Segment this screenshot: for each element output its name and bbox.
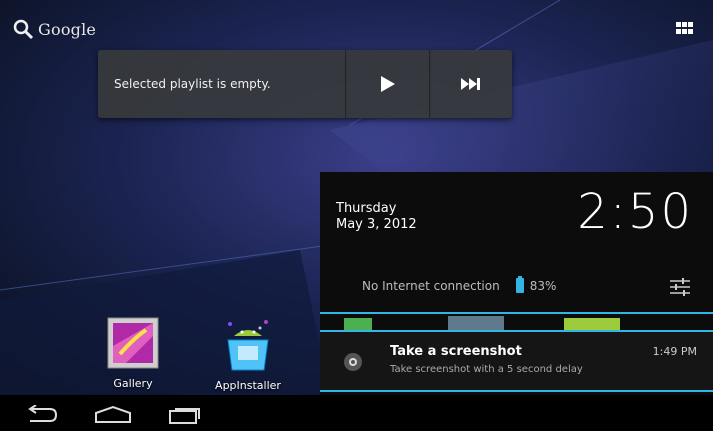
app-gallery[interactable]: Gallery <box>101 316 165 390</box>
search-icon <box>13 19 34 40</box>
recent-apps-icon <box>169 408 200 424</box>
clock: 2:50 <box>577 184 693 240</box>
app-appinstaller[interactable]: AppInstaller <box>213 316 283 392</box>
gallery-icon <box>107 317 159 369</box>
music-message: Selected playlist is empty. <box>114 77 271 91</box>
play-button[interactable] <box>347 50 429 118</box>
home-button[interactable] <box>88 401 138 427</box>
day-label: Thursday <box>336 201 397 216</box>
next-button[interactable] <box>430 50 512 118</box>
divider <box>320 390 713 392</box>
battery-icon <box>515 276 524 293</box>
notification-time: 1:49 PM <box>652 345 697 358</box>
notification-subtitle: Take screenshot with a 5 second delay <box>390 364 583 375</box>
date-label: May 3, 2012 <box>336 217 417 232</box>
navigation-bar <box>0 395 713 431</box>
back-button[interactable] <box>16 401 66 427</box>
recent-apps-button[interactable] <box>160 401 210 427</box>
camera-icon <box>344 353 362 371</box>
status-row: No Internet connection 83% <box>362 276 557 293</box>
battery-level: 83% <box>529 278 557 293</box>
app-thumbnails-strip <box>344 316 620 330</box>
notification-item[interactable]: Take a screenshot Take screenshot with a… <box>320 332 713 390</box>
app-label: Gallery <box>113 377 153 390</box>
android-appinstaller-icon <box>227 320 269 371</box>
skip-next-icon <box>461 78 480 90</box>
connection-status: No Internet connection <box>362 278 500 293</box>
home-icon <box>95 405 131 423</box>
date-block: Thursday May 3, 2012 <box>336 201 417 233</box>
settings-sliders-icon <box>670 278 690 296</box>
back-icon <box>28 405 58 422</box>
search-label: Google <box>38 19 97 39</box>
music-widget: Selected playlist is empty. <box>98 50 512 118</box>
notification-shade: Thursday May 3, 2012 2:50 No Internet co… <box>320 172 713 395</box>
quick-settings-button[interactable] <box>669 278 691 300</box>
play-icon <box>381 76 395 92</box>
notification-title: Take a screenshot <box>390 344 522 359</box>
google-search-bar[interactable]: Google <box>12 18 96 40</box>
all-apps-icon[interactable] <box>676 22 694 36</box>
notification-icon-wrap <box>333 342 373 382</box>
app-label: AppInstaller <box>215 379 281 392</box>
